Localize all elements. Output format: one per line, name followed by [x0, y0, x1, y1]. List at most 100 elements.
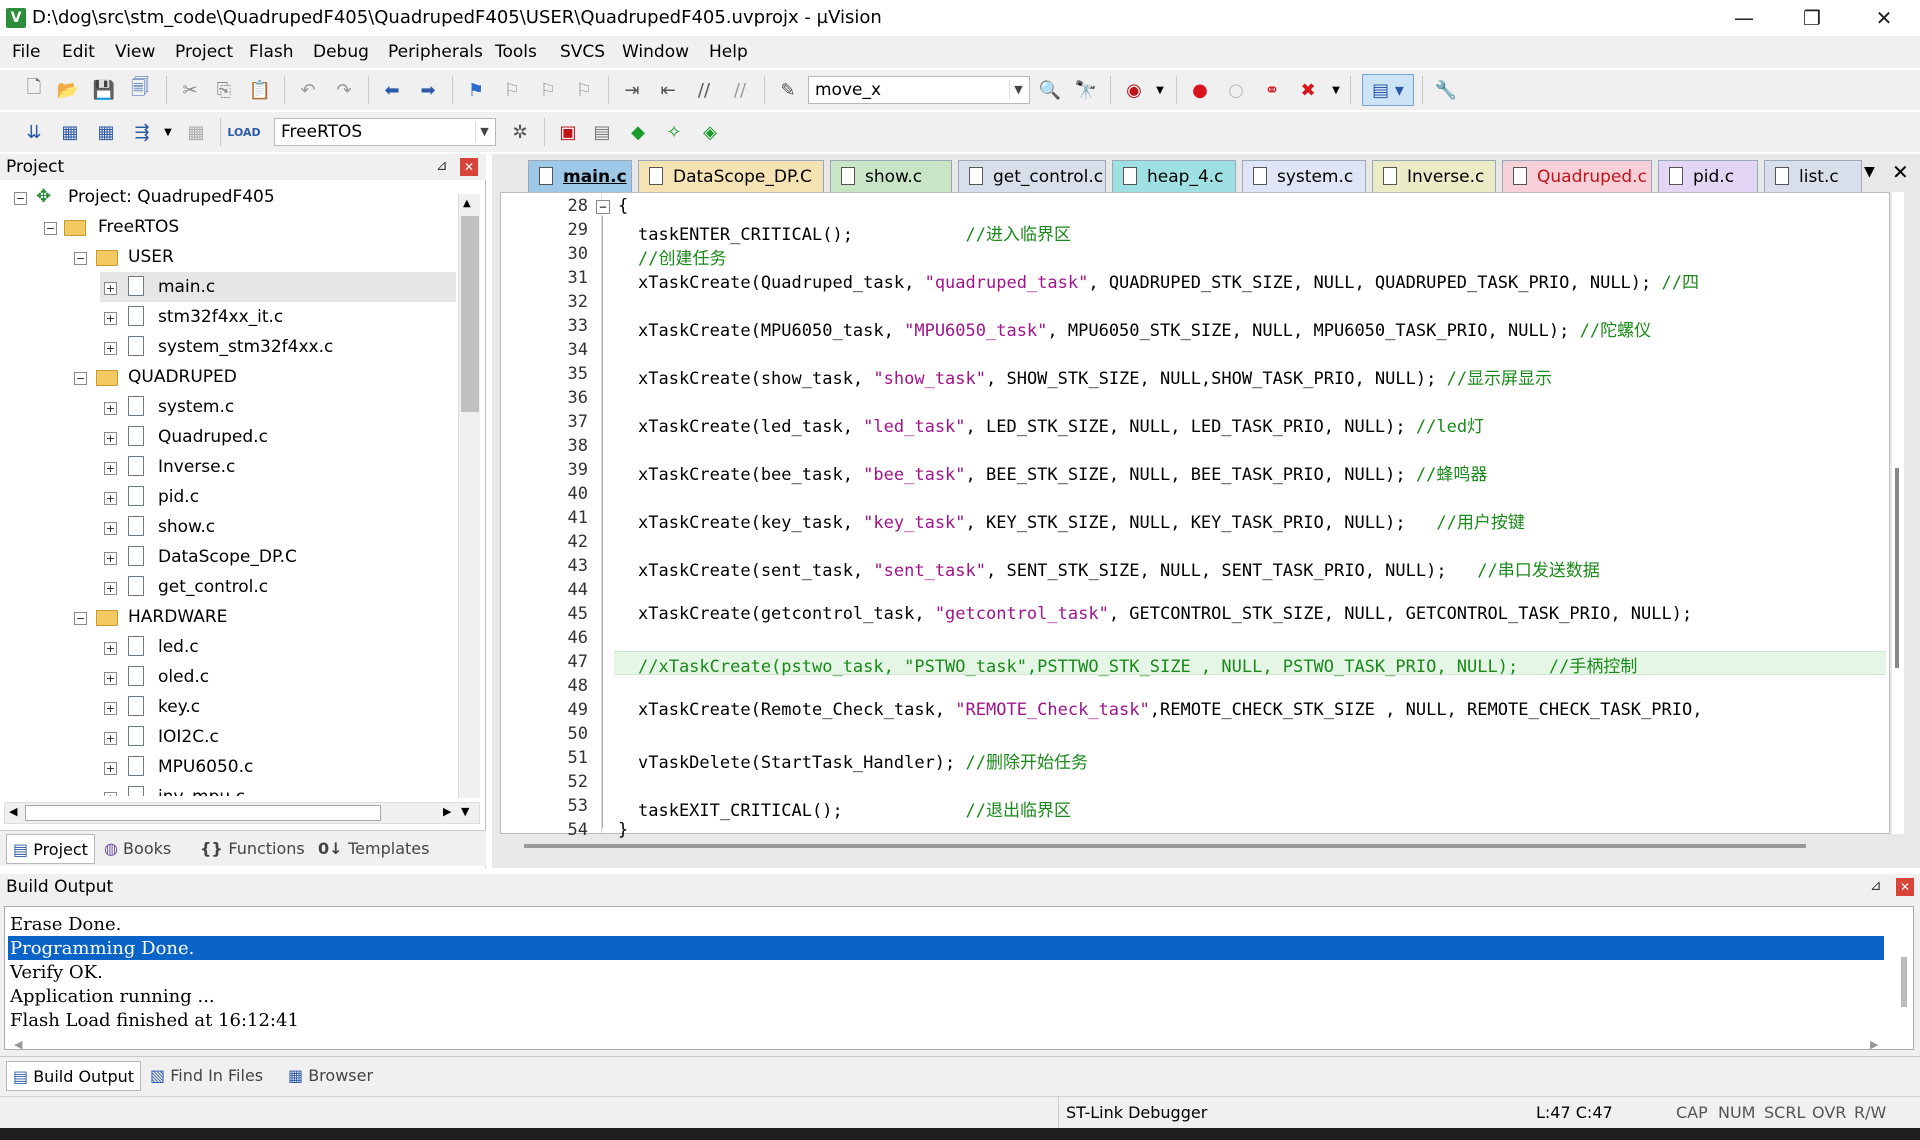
- expand-toggle-icon[interactable]: +: [104, 342, 117, 355]
- tab-system-c[interactable]: system.c: [1242, 160, 1366, 192]
- code-line[interactable]: }: [618, 820, 628, 840]
- project-root[interactable]: Project: QuadrupedF405: [68, 182, 275, 212]
- maximize-button[interactable]: ❐: [1784, 0, 1840, 36]
- code-line[interactable]: xTaskCreate(MPU6050_task, "MPU6050_task"…: [638, 316, 1651, 341]
- chevron-down-icon[interactable]: ▼: [1009, 80, 1027, 100]
- scroll-thumb[interactable]: [461, 216, 479, 412]
- expand-toggle-icon[interactable]: +: [104, 432, 117, 445]
- close-panel-icon[interactable]: ✕: [460, 158, 478, 176]
- scroll-left-icon[interactable]: ◀: [9, 805, 17, 818]
- scroll-up-icon[interactable]: ▲: [463, 198, 471, 209]
- expand-toggle-icon[interactable]: +: [104, 522, 117, 535]
- expand-toggle-icon[interactable]: +: [104, 462, 117, 475]
- incremental-find-icon[interactable]: 🔭: [1072, 76, 1100, 104]
- menu-help[interactable]: Help: [709, 42, 748, 62]
- group-user[interactable]: USER: [128, 242, 174, 272]
- code-line[interactable]: xTaskCreate(key_task, "key_task", KEY_ST…: [638, 508, 1525, 533]
- build-icon[interactable]: ▦: [56, 118, 84, 146]
- output-line[interactable]: Programming Done.: [10, 938, 194, 959]
- rebuild-icon[interactable]: ▦: [92, 118, 120, 146]
- tab-project[interactable]: ▤ Project: [6, 834, 95, 864]
- code-line[interactable]: xTaskCreate(getcontrol_task, "getcontrol…: [638, 604, 1692, 624]
- find-in-files-icon[interactable]: ✎: [774, 76, 802, 104]
- run-time-environment-icon[interactable]: ◈: [696, 118, 724, 146]
- code-line[interactable]: xTaskCreate(Remote_Check_task, "REMOTE_C…: [638, 700, 1702, 720]
- tab-inverse-c[interactable]: Inverse.c: [1372, 160, 1496, 192]
- expand-toggle-icon[interactable]: +: [104, 642, 117, 655]
- select-packs-icon[interactable]: ✧: [660, 118, 688, 146]
- tree-file[interactable]: led.c: [158, 632, 199, 662]
- menu-project[interactable]: Project: [175, 42, 233, 62]
- close-panel-icon[interactable]: ✕: [1896, 878, 1914, 896]
- expand-toggle-icon[interactable]: +: [104, 402, 117, 415]
- expand-toggle-icon[interactable]: +: [104, 552, 117, 565]
- tree-file[interactable]: show.c: [158, 512, 215, 542]
- disable-breakpoints-icon[interactable]: ⚭: [1258, 76, 1286, 104]
- save-icon[interactable]: 💾: [90, 76, 118, 104]
- tree-file[interactable]: system_stm32f4xx.c: [158, 332, 333, 362]
- next-bookmark-icon[interactable]: ⚐: [534, 76, 562, 104]
- find-combo[interactable]: move_x ▼: [808, 76, 1030, 104]
- translate-icon[interactable]: ⇊: [20, 118, 48, 146]
- pack-installer-icon[interactable]: ◆: [624, 118, 652, 146]
- output-line[interactable]: Verify OK.: [10, 962, 103, 983]
- output-line[interactable]: Erase Done.: [10, 914, 121, 935]
- tree-file[interactable]: Quadruped.c: [158, 422, 268, 452]
- tree-file[interactable]: system.c: [158, 392, 234, 422]
- debug-session-icon[interactable]: ◉: [1120, 76, 1148, 104]
- output-line[interactable]: Application running ...: [10, 986, 215, 1007]
- expand-toggle-icon[interactable]: +: [104, 702, 117, 715]
- expand-toggle-icon[interactable]: +: [104, 282, 117, 295]
- tab-main-c[interactable]: main.c: [528, 160, 632, 192]
- stop-build-icon[interactable]: ▦: [182, 118, 210, 146]
- code-line[interactable]: xTaskCreate(sent_task, "sent_task", SENT…: [638, 556, 1600, 581]
- configure-icon[interactable]: 🔧: [1432, 76, 1460, 104]
- collapse-toggle-icon[interactable]: −: [44, 222, 57, 235]
- collapse-toggle-icon[interactable]: −: [74, 372, 87, 385]
- tree-file[interactable]: stm32f4xx_it.c: [158, 302, 283, 332]
- navigate-back-icon[interactable]: ⬅: [378, 76, 406, 104]
- tab-pid-c[interactable]: pid.c: [1658, 160, 1758, 192]
- clear-bookmarks-icon[interactable]: ⚐: [570, 76, 598, 104]
- group-quadruped[interactable]: QUADRUPED: [128, 362, 237, 392]
- batch-build-icon[interactable]: ⇶: [128, 118, 156, 146]
- tab-show-c[interactable]: show.c: [830, 160, 952, 192]
- tree-file[interactable]: pid.c: [158, 482, 199, 512]
- menu-tools[interactable]: Tools: [495, 42, 537, 62]
- editor-horizontal-scrollbar[interactable]: [524, 844, 1806, 848]
- multi-project-icon[interactable]: ▤: [588, 118, 616, 146]
- tab-templates[interactable]: 0↓ Templates: [318, 834, 429, 864]
- expand-toggle-icon[interactable]: +: [104, 312, 117, 325]
- menu-file[interactable]: File: [12, 42, 40, 62]
- target-options-icon[interactable]: ✲: [506, 118, 534, 146]
- tab-browser[interactable]: ▦ Browser: [288, 1061, 373, 1091]
- copy-icon[interactable]: ⎘: [210, 76, 238, 104]
- editor-vertical-scrollbar[interactable]: [1892, 192, 1904, 834]
- code-line[interactable]: {: [618, 196, 628, 216]
- kill-breakpoints-icon[interactable]: ✖: [1294, 76, 1322, 104]
- code-line[interactable]: taskENTER_CRITICAL(); //进入临界区: [638, 220, 1071, 245]
- code-line[interactable]: //创建任务: [638, 244, 726, 269]
- scroll-right-icon[interactable]: ▶: [1870, 1038, 1878, 1051]
- redo-icon[interactable]: ↷: [330, 76, 358, 104]
- code-line[interactable]: taskEXIT_CRITICAL(); //退出临界区: [638, 796, 1071, 821]
- save-all-icon[interactable]: 🗐: [126, 76, 154, 104]
- code-line[interactable]: xTaskCreate(show_task, "show_task", SHOW…: [638, 364, 1552, 389]
- tab-list-dropdown-icon[interactable]: ▼: [1864, 164, 1875, 180]
- chevron-down-icon[interactable]: ▼: [475, 122, 493, 142]
- find-icon[interactable]: 🔍: [1036, 76, 1064, 104]
- tab-heap-4-c[interactable]: heap_4.c: [1112, 160, 1236, 192]
- insert-bookmark-icon[interactable]: ⚑: [462, 76, 490, 104]
- expand-toggle-icon[interactable]: +: [104, 762, 117, 775]
- paste-icon[interactable]: 📋: [246, 76, 274, 104]
- chevron-down-icon[interactable]: ▼: [154, 118, 182, 146]
- menu-peripherals[interactable]: Peripherals: [388, 42, 483, 62]
- code-line[interactable]: xTaskCreate(Quadruped_task, "quadruped_t…: [638, 268, 1699, 293]
- expand-toggle-icon[interactable]: +: [104, 672, 117, 685]
- expand-toggle-icon[interactable]: +: [104, 582, 117, 595]
- tree-file[interactable]: get_control.c: [158, 572, 268, 602]
- tab-functions[interactable]: {} Functions: [200, 834, 305, 864]
- minimize-button[interactable]: —: [1716, 0, 1772, 36]
- expand-toggle-icon[interactable]: +: [104, 792, 117, 796]
- scroll-thumb[interactable]: [25, 805, 381, 821]
